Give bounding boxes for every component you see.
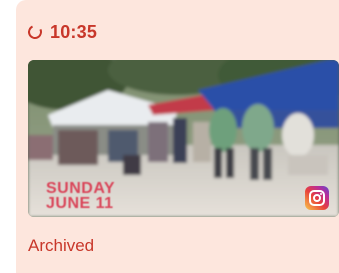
instagram-icon [305,186,329,210]
duration-label: 10:35 [50,21,98,42]
overlay-line-1: SUNDAY [46,180,116,197]
media-card[interactable]: 10:35 SUNDAY JUNE 11 Archived [16,0,339,273]
overlay-line-2: JUNE 11 [46,195,114,212]
card-header: 10:35 [26,20,98,44]
video-thumbnail[interactable]: SUNDAY JUNE 11 [28,60,339,217]
status-label: Archived [28,236,95,255]
loading-spinner-icon [26,23,44,41]
date-overlay-text: SUNDAY JUNE 11 [46,180,116,212]
